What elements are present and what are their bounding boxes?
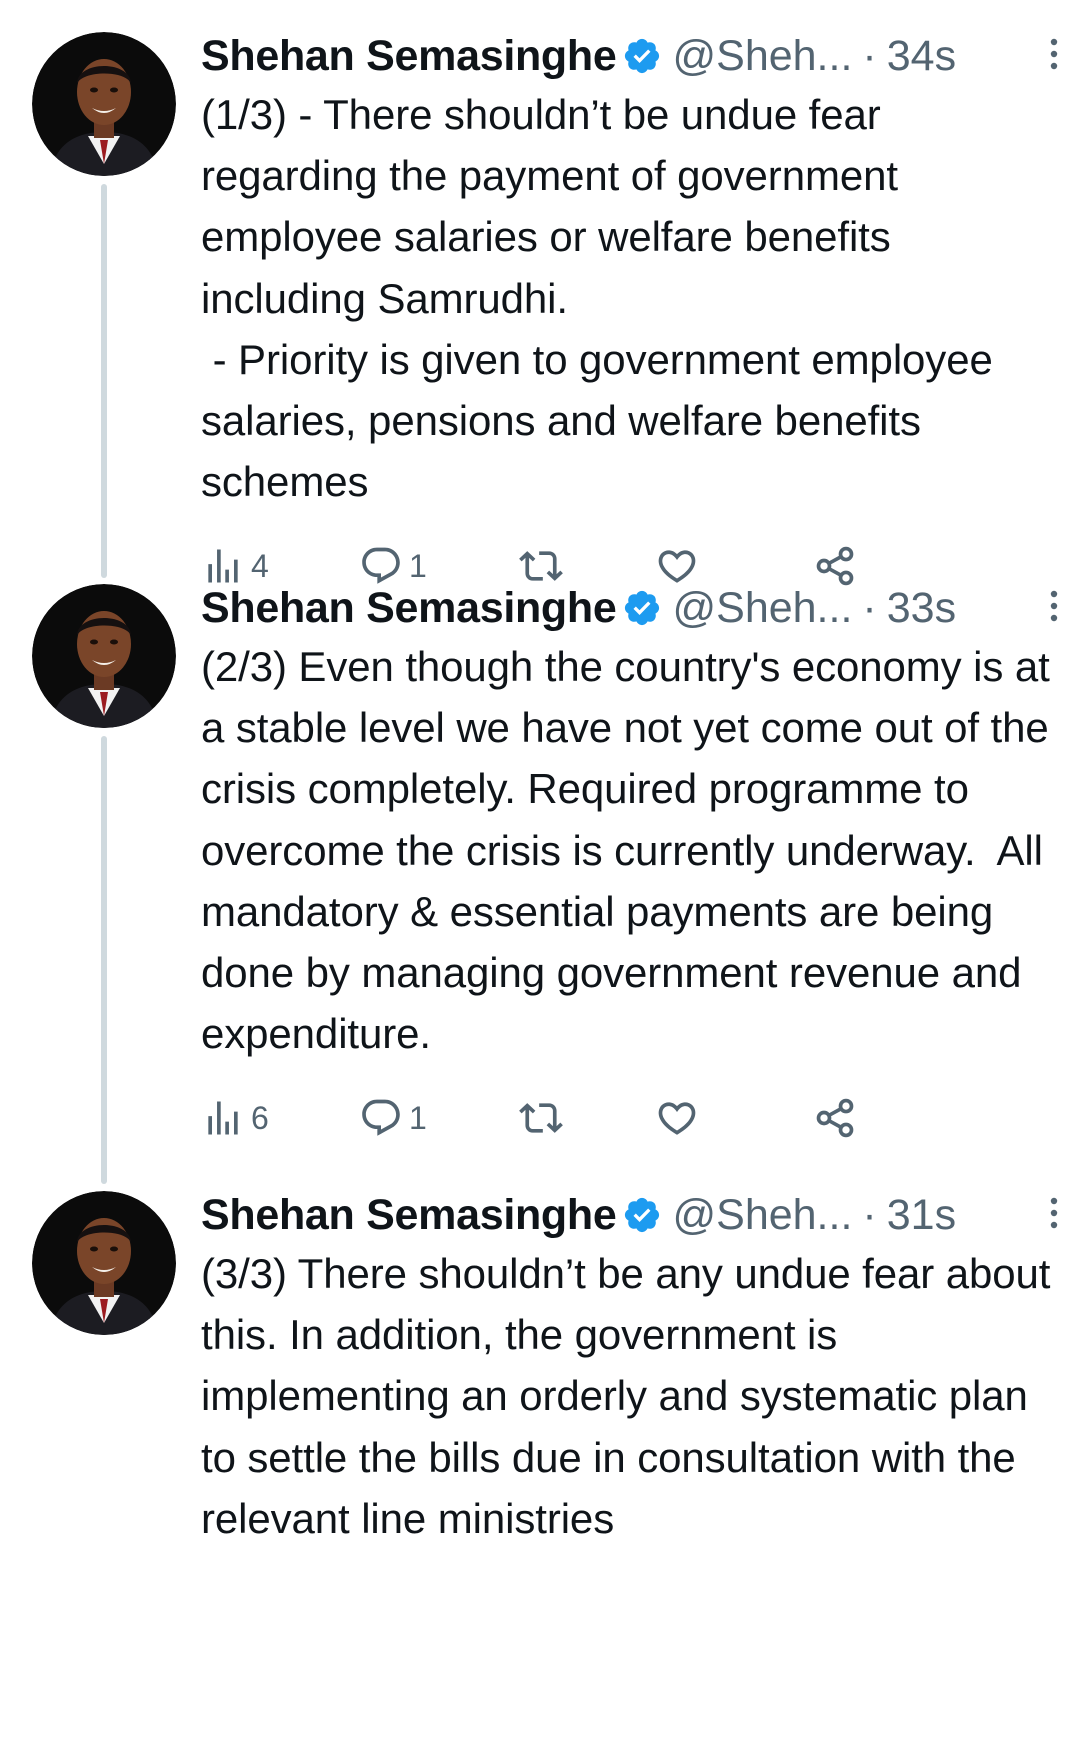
tweet-body: Shehan Semasinghe @Sheh... · 34s (1/3) -… [201,28,1058,596]
tweet[interactable]: Shehan Semasinghe @Sheh... · 34s (1/3) -… [0,0,1080,586]
tweet[interactable]: Shehan Semasinghe @Sheh... · 33s (2/3) E… [0,552,1080,1184]
separator-dot: · [862,32,877,80]
retweet-icon [519,1103,563,1134]
more-options-icon[interactable] [1047,586,1061,626]
more-options-icon[interactable] [1047,1193,1061,1233]
thread-connector-line [101,184,107,578]
tweet-header: Shehan Semasinghe @Sheh... · 34s [201,28,1051,84]
share-button[interactable] [813,1088,857,1148]
author-name[interactable]: Shehan Semasinghe [201,28,617,84]
tweet-body: Shehan Semasinghe @Sheh... · 33s (2/3) E… [201,580,1062,1148]
tweet[interactable]: Shehan Semasinghe @Sheh... · 31s (3/3) T… [0,1159,1080,1741]
avatar-column [32,584,176,728]
share-icon [816,1099,854,1138]
reply-count: 1 [409,1099,427,1136]
like-button[interactable] [655,1088,699,1148]
author-handle[interactable]: @Sheh... [672,1187,852,1243]
avatar[interactable] [32,32,176,176]
tweet-text: (3/3) There shouldn’t be any undue fear … [201,1250,1062,1542]
tweet-header: Shehan Semasinghe @Sheh... · 33s [201,580,1051,636]
author-handle[interactable]: @Sheh... [672,28,852,84]
verified-badge-icon [625,1197,660,1233]
tweet-timestamp[interactable]: 33s [887,580,956,636]
thread-connector-line [101,736,107,1184]
avatar[interactable] [32,584,176,728]
avatar[interactable] [32,1191,176,1335]
tweet-actions: 6 1 [201,1088,1051,1148]
tweet-body: Shehan Semasinghe @Sheh... · 31s (3/3) T… [201,1187,1062,1549]
reply-button[interactable]: 1 [359,1088,427,1148]
heart-icon [658,1102,696,1136]
tweet-header: Shehan Semasinghe @Sheh... · 31s [201,1187,1051,1243]
views-button[interactable]: 6 [201,1088,269,1148]
author-name[interactable]: Shehan Semasinghe [201,580,617,636]
avatar-column [32,32,176,176]
tweet-timestamp[interactable]: 34s [887,28,956,84]
author-handle[interactable]: @Sheh... [672,580,852,636]
verified-badge-icon [625,38,660,74]
views-count: 6 [251,1099,269,1136]
separator-dot: · [862,1191,877,1239]
author-name[interactable]: Shehan Semasinghe [201,1187,617,1243]
verified-badge-icon [625,590,660,626]
separator-dot: · [862,584,877,632]
reply-icon [362,1100,400,1137]
views-icon [208,1101,238,1135]
tweet-text: (1/3) - There shouldn’t be undue fear re… [201,91,993,506]
more-options-icon[interactable] [1047,34,1061,74]
tweet-timestamp[interactable]: 31s [887,1187,956,1243]
tweet-text: (2/3) Even though the country's economy … [201,643,1062,1058]
avatar-column [32,1191,176,1335]
retweet-button[interactable] [519,1088,563,1148]
thread-feed: Shehan Semasinghe @Sheh... · 34s (1/3) -… [0,0,1080,1741]
